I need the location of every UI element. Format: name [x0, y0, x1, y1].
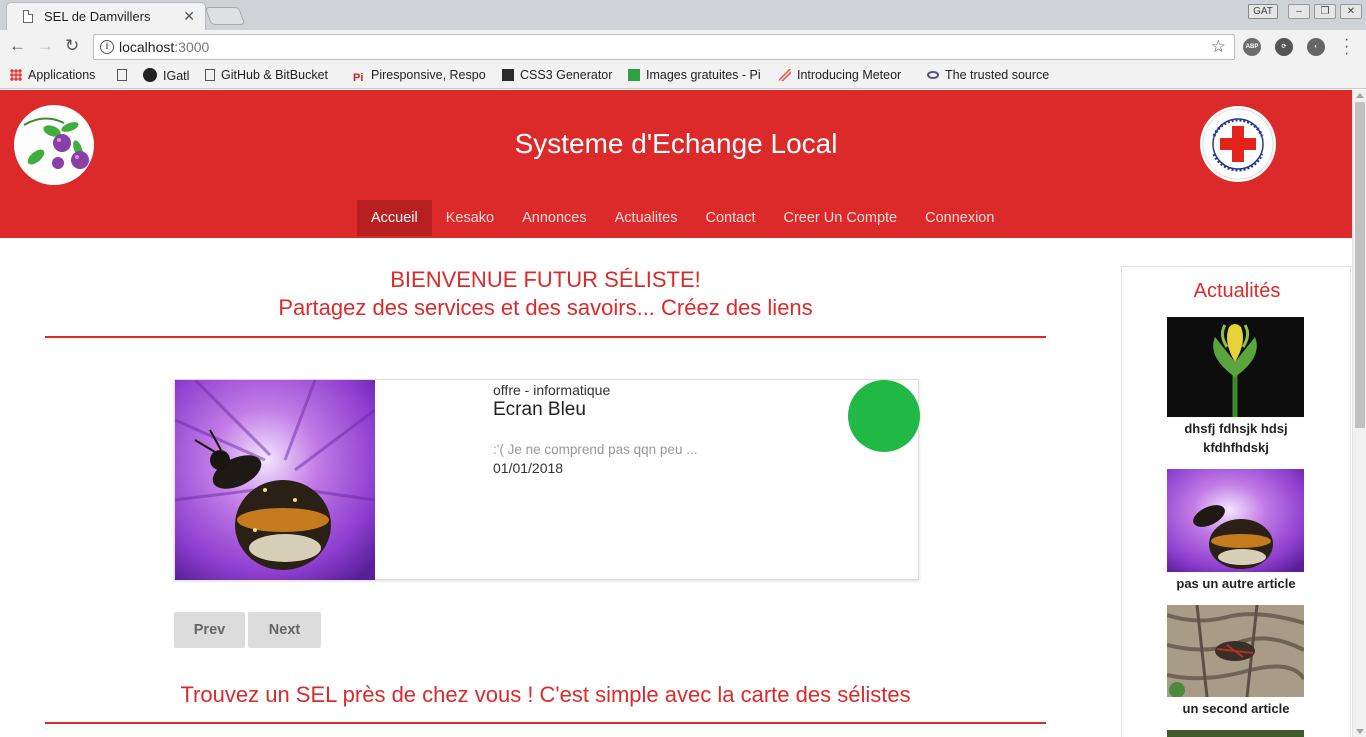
news-item[interactable] — [1167, 730, 1305, 737]
scroll-down-icon[interactable] — [1356, 729, 1364, 734]
annonce-image[interactable] — [175, 380, 375, 580]
bookmark-item[interactable]: Applications — [10, 68, 110, 82]
welcome-heading: BIENVENUE FUTUR SÉLISTE! Partagez des se… — [45, 266, 1046, 322]
nav-connexion[interactable]: Connexion — [911, 200, 1008, 236]
bookmark-item[interactable] — [117, 68, 137, 82]
nav-annonces[interactable]: Annonces — [508, 200, 601, 236]
adblock-icon[interactable]: ABP — [1243, 38, 1261, 56]
address-bar[interactable]: i localhost:3000 ☆ — [93, 34, 1235, 60]
site-header: Systeme d'Echange Local Accueil Kesako A… — [0, 90, 1352, 238]
site-title: Systeme d'Echange Local — [514, 128, 838, 159]
news-item[interactable]: dhsfj fdhsjk hdsj kfdhfhdskj — [1167, 317, 1305, 457]
annonce-card[interactable]: offre - informatique Ecran Bleu :'( Je n… — [174, 379, 920, 580]
meteor-icon — [779, 69, 791, 81]
reload-icon[interactable]: ↻ — [65, 36, 79, 56]
browser-tab[interactable]: SEL de Damvillers ✕ — [6, 2, 206, 30]
tab-title: SEL de Damvillers — [44, 9, 151, 24]
annonce-category: offre - informatique — [493, 382, 611, 398]
news-item[interactable]: un second article — [1167, 605, 1305, 718]
forward-arrow-icon[interactable]: → — [37, 36, 54, 56]
bookmark-star-icon[interactable]: ☆ — [1211, 37, 1226, 57]
news-caption: dhsfj fdhsjk hdsj kfdhfhdskj — [1184, 421, 1288, 455]
bookmark-item[interactable]: Images gratuites - Pi — [628, 68, 764, 82]
welcome-subline: Partagez des services et des savoirs... … — [278, 295, 813, 320]
news-image[interactable] — [1167, 605, 1304, 697]
bookmark-item[interactable]: Introducing Meteor — [779, 68, 914, 82]
nav-accueil[interactable]: Accueil — [357, 200, 432, 236]
news-caption: pas un autre article — [1176, 576, 1296, 591]
planet-icon — [927, 71, 939, 79]
annonce-title[interactable]: Ecran Bleu — [493, 399, 586, 421]
info-icon[interactable]: i — [100, 40, 114, 54]
menu-icon[interactable]: · · · — [1344, 32, 1349, 62]
sidebar-title: Actualités — [1193, 280, 1281, 302]
apps-grid-icon — [10, 69, 22, 81]
restore-icon[interactable]: ❐ — [1314, 4, 1336, 19]
github-icon — [143, 68, 157, 82]
news-sidebar: Actualités dhsfj fdhsjk hdsj kfdhfhdskj — [1121, 266, 1351, 737]
nav-contact[interactable]: Contact — [692, 200, 770, 236]
url-text: localhost:3000 — [119, 39, 210, 55]
news-image[interactable] — [1167, 317, 1304, 417]
croix-rouge-logo[interactable] — [1200, 106, 1276, 182]
tab-close-icon[interactable]: ✕ — [183, 8, 195, 25]
pixabay-icon — [628, 69, 640, 81]
page-icon — [117, 69, 127, 81]
divider — [45, 722, 1046, 724]
annonce-description: :'( Je ne comprend pas qqn peu ... — [493, 442, 698, 457]
news-caption: un second article — [1182, 701, 1290, 716]
bookmarks-bar: Applications IGatl GitHub & BitBucket Pi… — [0, 63, 1366, 89]
nav-creer-compte[interactable]: Creer Un Compte — [769, 200, 911, 236]
divider — [45, 336, 1046, 338]
scroll-up-icon[interactable] — [1356, 93, 1364, 98]
profile-badge[interactable]: GAT — [1248, 4, 1278, 19]
css3-icon — [502, 69, 514, 81]
pi-icon: Pi — [353, 72, 364, 84]
welcome-line: BIENVENUE FUTUR SÉLISTE! — [390, 267, 701, 292]
back-arrow-icon[interactable]: ← — [9, 36, 26, 56]
prev-button[interactable]: Prev — [174, 612, 245, 648]
close-window-icon[interactable]: ✕ — [1340, 4, 1362, 19]
main-nav: Accueil Kesako Annonces Actualites Conta… — [357, 200, 1008, 236]
status-indicator — [848, 380, 920, 452]
map-heading: Trouvez un SEL près de chez vous ! C'est… — [180, 682, 911, 707]
minimize-icon[interactable]: – — [1288, 4, 1310, 19]
browser-tabstrip: SEL de Damvillers ✕ GAT – ❐ ✕ — [0, 0, 1366, 30]
news-image[interactable] — [1167, 730, 1304, 737]
bookmark-item[interactable]: IGatl — [143, 68, 198, 83]
nav-actualites[interactable]: Actualites — [601, 200, 692, 236]
extension-icon[interactable]: ⟳ — [1275, 38, 1293, 56]
page-icon — [205, 69, 215, 81]
page-viewport: Systeme d'Echange Local Accueil Kesako A… — [0, 90, 1352, 737]
annonce-date: 01/01/2018 — [493, 460, 564, 476]
bookmark-item[interactable]: CSS3 Generator — [502, 68, 618, 82]
bookmark-item[interactable]: GitHub & BitBucket — [205, 68, 340, 82]
bookmark-item[interactable]: Pi Piresponsive, Respo — [353, 68, 489, 84]
nav-kesako[interactable]: Kesako — [432, 200, 508, 236]
extension-icon[interactable]: ◐ — [1307, 38, 1325, 56]
news-item[interactable]: pas un autre article — [1167, 469, 1305, 593]
next-button[interactable]: Next — [248, 612, 321, 648]
news-image[interactable] — [1167, 469, 1304, 572]
scroll-thumb[interactable] — [1355, 102, 1365, 428]
page-icon — [23, 10, 33, 23]
new-tab-button[interactable] — [204, 7, 246, 25]
page-scrollbar[interactable] — [1352, 90, 1366, 737]
bookmark-item[interactable]: The trusted source — [927, 68, 1064, 82]
